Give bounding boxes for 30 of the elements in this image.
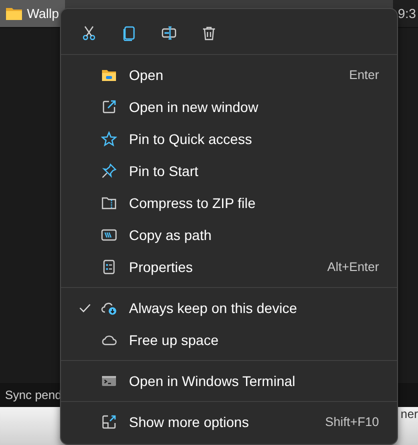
folder-icon xyxy=(6,7,22,20)
star-icon xyxy=(101,131,117,147)
side-text: ner xyxy=(400,407,418,421)
shortcut-text: Shift+F10 xyxy=(325,415,379,429)
scissors-icon xyxy=(81,25,97,41)
shortcut-text: Alt+Enter xyxy=(327,260,379,274)
trash-icon xyxy=(201,25,217,41)
menu-item[interactable]: Always keep on this device xyxy=(65,292,393,324)
menu-item[interactable]: Open in new window xyxy=(65,91,393,123)
menu-item[interactable]: Compress to ZIP file xyxy=(65,187,393,219)
properties-icon xyxy=(101,259,117,275)
folder-icon xyxy=(101,67,117,83)
menu-item[interactable]: Open Enter xyxy=(65,59,393,91)
external-window-icon xyxy=(101,99,117,115)
menu-item[interactable]: Show more options Shift+F10 xyxy=(65,406,393,438)
path-icon xyxy=(101,227,117,243)
terminal-icon xyxy=(101,373,117,389)
zip-folder-icon xyxy=(101,195,117,211)
shortcut-text: Enter xyxy=(349,68,379,82)
expand-icon xyxy=(101,414,117,430)
cloud-download-icon xyxy=(101,300,117,316)
pin-icon xyxy=(101,163,117,179)
menu-item[interactable]: Pin to Quick access xyxy=(65,123,393,155)
folder-tab[interactable]: Wallp xyxy=(0,0,66,27)
menu-item[interactable]: Properties Alt+Enter xyxy=(65,251,393,283)
rename-icon xyxy=(161,25,177,41)
menu-item[interactable]: Free up space xyxy=(65,324,393,356)
copy-icon xyxy=(121,25,137,41)
menu-item[interactable]: Pin to Start xyxy=(65,155,393,187)
menu-item[interactable]: Copy as path xyxy=(65,219,393,251)
